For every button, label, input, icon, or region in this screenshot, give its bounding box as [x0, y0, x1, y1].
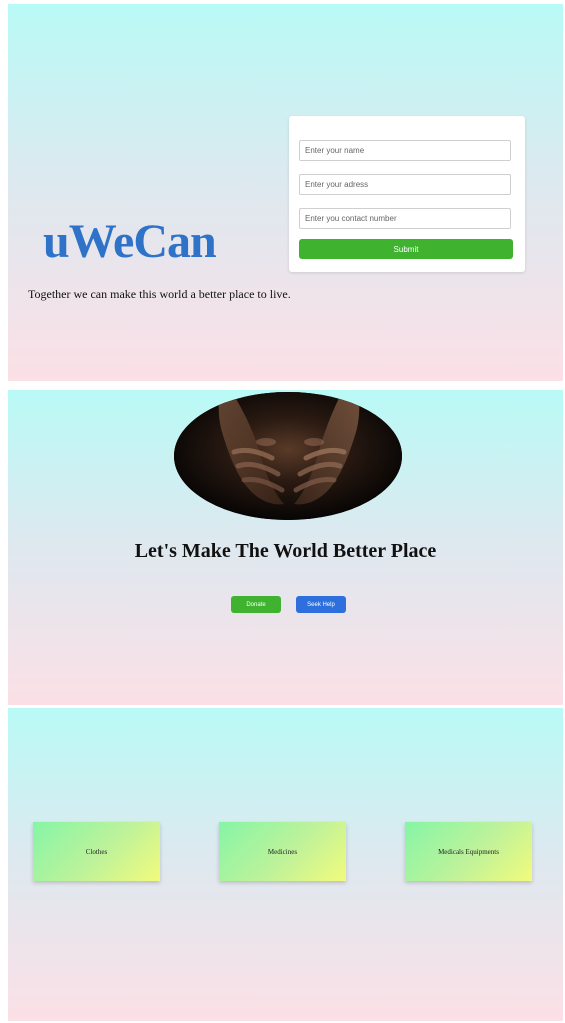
- submit-button[interactable]: Submit: [299, 239, 513, 259]
- category-label: Clothes: [85, 847, 108, 856]
- signup-form-card: Submit: [289, 116, 525, 272]
- category-card-medical-equipments[interactable]: Medicals Equipments: [405, 822, 532, 881]
- category-card-medicines[interactable]: Medicines: [219, 822, 346, 881]
- categories-section: Clothes Medicines Medicals Equipments: [8, 708, 563, 1021]
- name-input[interactable]: [299, 140, 511, 161]
- cupped-hands-image: [174, 392, 402, 520]
- intro-section: uWeCan Together we can make this world a…: [8, 4, 563, 381]
- tagline: Together we can make this world a better…: [28, 287, 291, 301]
- contact-number-input[interactable]: [299, 208, 511, 229]
- brand-logo-text: uWeCan: [43, 215, 217, 268]
- category-label: Medicals Equipments: [438, 847, 499, 856]
- address-input[interactable]: [299, 174, 511, 195]
- headline: Let's Make The World Better Place: [134, 540, 437, 562]
- cupped-hands-photo: [174, 392, 402, 520]
- category-card-clothes[interactable]: Clothes: [33, 822, 160, 881]
- seek-help-button[interactable]: Seek Help: [296, 596, 346, 613]
- cta-section: Let's Make The World Better Place Donate…: [8, 390, 563, 705]
- category-label: Medicines: [267, 847, 298, 856]
- donate-button[interactable]: Donate: [231, 596, 281, 613]
